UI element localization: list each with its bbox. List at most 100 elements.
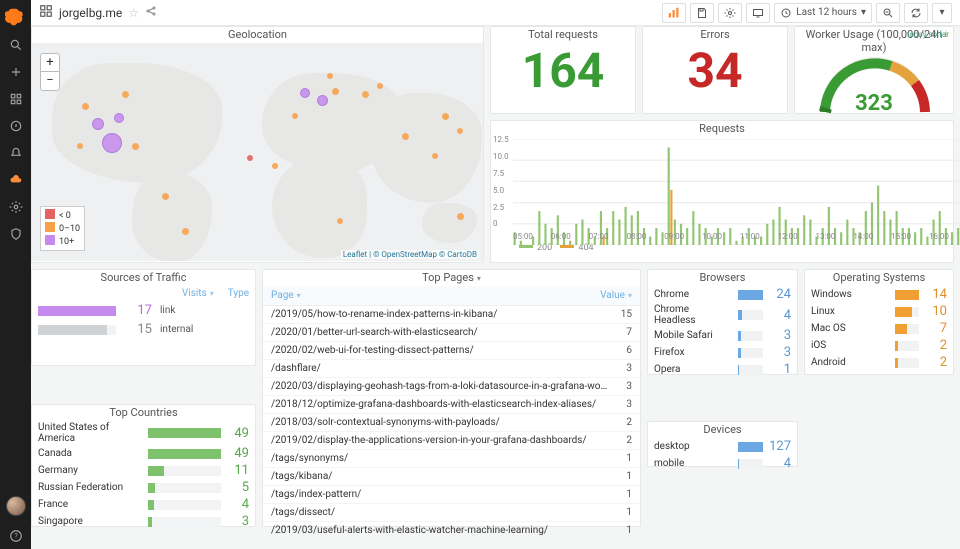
table-row[interactable]: mobile4 (648, 455, 797, 472)
refresh-interval-picker[interactable]: ▾ (932, 3, 952, 23)
search-icon[interactable] (0, 31, 31, 58)
panel-title: Geolocation (32, 27, 483, 43)
svg-text:?: ? (14, 532, 18, 540)
time-range-picker[interactable]: Last 12 hours ▾ (774, 3, 872, 23)
panel-geolocation: Geolocation (31, 26, 484, 263)
table-row[interactable]: 17link (32, 301, 255, 320)
table-row[interactable]: /dashflare/3 (263, 360, 640, 378)
zoom-out-button[interactable]: − (41, 72, 59, 90)
map-zoom-controls: + − (40, 53, 60, 91)
panel-title: Total requests (491, 27, 635, 43)
table-row[interactable]: /tags/index-pattern/1 (263, 486, 640, 504)
shield-icon[interactable] (0, 220, 31, 247)
table-row[interactable]: Windows14 (805, 286, 953, 303)
table-row[interactable]: United States of America49 (32, 421, 255, 445)
table-row[interactable]: 15internal (32, 320, 255, 339)
map[interactable]: + − < 0 0–10 10+ Leaflet | © OpenStreetM… (32, 43, 483, 261)
panel-requests: Requests 12.5 10.0 7.5 5.0 2.5 0 05:0006… (490, 120, 954, 263)
panel-title: Top Countries (32, 405, 255, 421)
configuration-icon[interactable] (0, 193, 31, 220)
add-panel-button[interactable] (662, 3, 686, 23)
panel-title: Browsers (648, 270, 797, 286)
panel-sources-of-traffic: Sources of Traffic Visits Type 17link15i… (31, 269, 256, 366)
table-row[interactable]: /2020/02/web-ui-for-testing-dissect-patt… (263, 342, 640, 360)
table-row[interactable]: Opera1 (648, 361, 797, 378)
table-row[interactable]: Android2 (805, 354, 953, 371)
panel-browsers: Browsers Chrome24Chrome Headless4Mobile … (647, 269, 798, 375)
help-icon[interactable]: ? (0, 522, 31, 549)
table-row[interactable]: Russian Federation5 (32, 479, 255, 496)
column-page[interactable]: Page (271, 290, 301, 301)
column-type[interactable]: Type (228, 288, 249, 299)
table-row[interactable]: /tags/kibana/1 (263, 468, 640, 486)
table-row[interactable]: /2019/05/how-to-rename-index-patterns-in… (263, 306, 640, 324)
zoom-in-button[interactable]: + (41, 54, 59, 72)
column-visits[interactable]: Visits (182, 288, 214, 299)
table-row[interactable]: Canada49 (32, 445, 255, 462)
dashboard-body: Geolocation (31, 26, 960, 549)
table-header[interactable]: Visits Type (32, 286, 255, 301)
panel-errors: Errors 34 (642, 26, 788, 114)
panel-title: Requests (491, 121, 953, 137)
save-button[interactable] (690, 3, 714, 23)
table-row[interactable]: Linux10 (805, 303, 953, 320)
panel-title: Sources of Traffic (32, 270, 255, 286)
panel-title: Errors (643, 27, 787, 43)
share-icon[interactable] (145, 5, 157, 20)
explore-icon[interactable] (0, 112, 31, 139)
table-row[interactable]: /2019/02/display-the-applications-versio… (263, 432, 640, 450)
dashboards-icon[interactable] (0, 85, 31, 112)
chevron-down-icon: ▾ (861, 7, 866, 18)
alerting-icon[interactable] (0, 139, 31, 166)
table-row[interactable]: Singapore3 (32, 513, 255, 530)
table-row[interactable]: /2018/03/solr-contextual-synonyms-with-p… (263, 414, 640, 432)
table-row[interactable]: Mac OS7 (805, 320, 953, 337)
gauge-value: 323 (795, 91, 953, 116)
table-row[interactable]: Germany11 (32, 462, 255, 479)
dashboard-list-icon[interactable] (39, 4, 53, 21)
table-row[interactable]: Mobile Safari3 (648, 327, 797, 344)
table-row[interactable]: Chrome Headless4 (648, 303, 797, 327)
map-legend: < 0 0–10 10+ (40, 206, 85, 251)
panel-title: Operating Systems (805, 270, 953, 286)
panel-worker-usage: Worker Usage (100,000/24h max) i today s… (794, 26, 954, 114)
panel-devices: Devices desktop127mobile4 (647, 421, 798, 467)
panel-top-pages: Top Pages Page Value /2019/05/how-to-ren… (262, 269, 641, 527)
requests-bars (513, 139, 960, 245)
settings-button[interactable] (718, 3, 742, 23)
top-bar: jorgelbg.me ☆ Last 12 hours ▾ ▾ (31, 0, 960, 26)
requests-plot[interactable]: 12.5 10.0 7.5 5.0 2.5 0 05:0006:0007:000… (491, 137, 953, 243)
stat-value: 34 (643, 47, 787, 95)
dashboard-title[interactable]: jorgelbg.me (59, 6, 122, 20)
table-row[interactable]: iOS2 (805, 337, 953, 354)
create-icon[interactable] (0, 58, 31, 85)
time-range-label: Last 12 hours (796, 7, 857, 18)
table-row[interactable]: France4 (32, 496, 255, 513)
table-row[interactable]: /2018/12/optimize-grafana-dashboards-wit… (263, 396, 640, 414)
panel-operating-systems: Operating Systems Windows14Linux10Mac OS… (804, 269, 954, 375)
map-attribution: Leaflet | © OpenStreetMap © CartoDB (341, 250, 479, 259)
table-row[interactable]: /2020/03/displaying-geohash-tags-from-a-… (263, 378, 640, 396)
panel-title[interactable]: Top Pages (263, 270, 640, 286)
panel-total-requests: Total requests 164 (490, 26, 636, 114)
table-row[interactable]: /tags/synonyms/1 (263, 450, 640, 468)
star-icon[interactable]: ☆ (128, 6, 139, 20)
table-row[interactable]: /2019/03/useful-alerts-with-elastic-watc… (263, 522, 640, 540)
refresh-button[interactable] (904, 3, 928, 23)
table-header: Page Value (263, 286, 640, 306)
table-row[interactable]: Firefox3 (648, 344, 797, 361)
table-row[interactable]: Chrome24 (648, 286, 797, 303)
cloud-icon[interactable] (0, 166, 31, 193)
table-row[interactable]: desktop127 (648, 438, 797, 455)
nav-rail: ? (0, 0, 31, 549)
table-row[interactable]: /2020/01/better-url-search-with-elastics… (263, 324, 640, 342)
zoom-out-button[interactable] (876, 3, 900, 23)
table-row[interactable]: /tags/dissect/1 (263, 504, 640, 522)
avatar[interactable] (6, 496, 26, 516)
tv-mode-button[interactable] (746, 3, 770, 23)
grafana-logo-icon[interactable] (0, 4, 31, 31)
stat-value: 164 (491, 47, 635, 95)
gauge-annotation: today so far (907, 30, 949, 39)
column-value[interactable]: Value (600, 290, 632, 301)
gauge: 323 (795, 56, 953, 122)
